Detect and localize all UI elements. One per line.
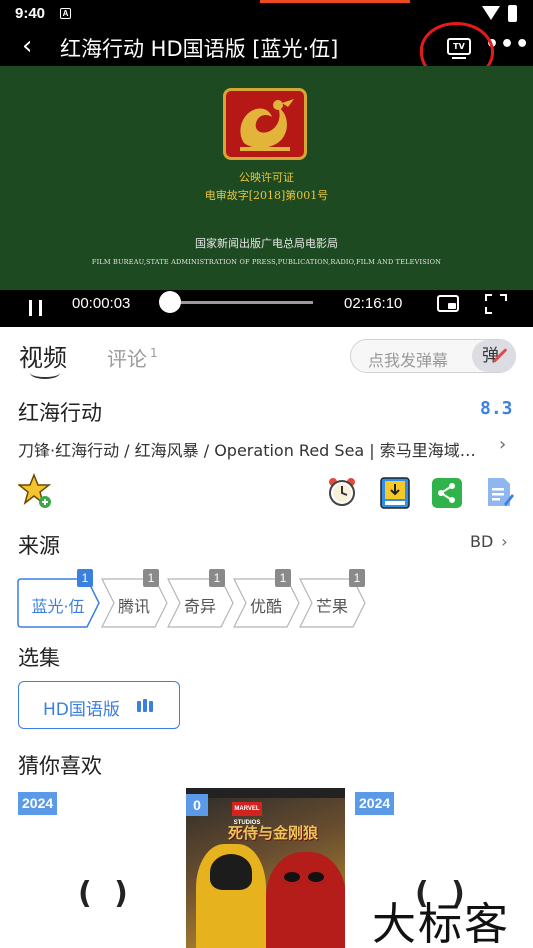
tab-comments-label: 评论 <box>107 347 147 371</box>
source-label: 腾讯 <box>117 597 150 616</box>
source-item[interactable]: 奇异 1 <box>167 569 234 628</box>
year-badge: 2024 <box>355 792 395 815</box>
app-screen: 9:40 A ‹ 红海行动 HD国语版 [蓝光·伍] TV ••• 公映许可证 … <box>0 0 533 948</box>
recommend-card[interactable]: 2024 ( ) <box>18 788 168 948</box>
battery-icon <box>508 5 517 22</box>
alarm-clock-icon[interactable] <box>326 476 358 508</box>
danmaku-placeholder: 点我发弹幕 <box>368 351 449 370</box>
video-player[interactable]: 公映许可证 电审故字[2018]第001号 国家新闻出版广电总局电影局 FILM… <box>0 66 533 290</box>
tab-comments[interactable]: 评论 1 <box>107 343 158 372</box>
picture-in-picture-icon[interactable] <box>437 295 459 312</box>
episode-item[interactable]: HD国语版 <box>18 681 180 729</box>
episode-label: HD国语版 <box>43 700 120 720</box>
license-title: 公映许可证 <box>239 171 294 184</box>
fullscreen-icon[interactable] <box>485 294 507 314</box>
source-label: 蓝光·伍 <box>31 597 85 616</box>
wifi-icon <box>482 6 500 20</box>
edit-note-icon[interactable] <box>486 476 514 508</box>
watermark-logo: 大标客 <box>372 899 510 948</box>
year-badge: 2024 <box>18 792 58 815</box>
poster-top-strip <box>186 788 345 798</box>
recommend-card[interactable]: MARVEL STUDIOS 死侍与金刚狼 0 <box>186 788 345 948</box>
source-count-badge: 1 <box>209 569 225 587</box>
recording-indicator <box>260 0 410 3</box>
seek-bar[interactable] <box>170 301 313 304</box>
recommend-section-title: 猜你喜欢 <box>18 754 102 778</box>
duration: 02:16:10 <box>344 295 403 312</box>
source-count-badge: 1 <box>77 569 93 587</box>
source-item[interactable]: 优酷 1 <box>233 569 300 628</box>
movie-title: 红海行动 <box>18 401 102 425</box>
source-section-title: 来源 <box>18 534 60 558</box>
source-item[interactable]: 蓝光·伍 1 <box>17 569 100 628</box>
poster-figure-wolverine <box>196 844 266 948</box>
source-list: 蓝光·伍 1 腾讯 1 奇异 1 优酷 1 芒果 1 <box>17 569 377 628</box>
source-label: 优酷 <box>249 597 282 616</box>
share-icon[interactable] <box>432 478 462 508</box>
source-selector[interactable]: BD › <box>470 532 508 551</box>
playing-bars-icon <box>137 699 157 712</box>
source-item[interactable]: 腾讯 1 <box>101 569 168 628</box>
notification-icon: A <box>60 8 71 19</box>
source-count-badge: 1 <box>275 569 291 587</box>
movie-aliases[interactable]: 刀锋·红海行动 / 红海风暴 / Operation Red Sea | 索马里… <box>18 437 493 461</box>
poster-title: 死侍与金刚狼 <box>228 824 319 842</box>
comments-count: 1 <box>150 346 158 360</box>
poster-figure-deadpool <box>266 852 345 948</box>
year-badge: 0 <box>186 794 208 816</box>
source-label: 芒果 <box>315 597 348 616</box>
source-count-badge: 1 <box>143 569 159 587</box>
source-current: BD <box>470 532 494 551</box>
add-favorite-icon[interactable] <box>18 473 52 509</box>
status-time: 9:40 <box>15 5 46 22</box>
bureau-name-en: FILM BUREAU,STATE ADMINISTRATION OF PRES… <box>91 258 442 266</box>
current-time: 00:00:03 <box>72 295 131 312</box>
loading-spinner-icon: ( ) <box>78 876 134 911</box>
page-title: 红海行动 HD国语版 [蓝光·伍] <box>60 37 339 61</box>
danmaku-input[interactable]: 点我发弹幕 弹 <box>350 339 516 373</box>
rating-score: 8.3 <box>480 398 513 419</box>
source-label: 奇异 <box>183 597 216 616</box>
chevron-right-icon: › <box>501 532 508 551</box>
marvel-studios-logo: MARVEL STUDIOS <box>232 802 262 826</box>
chevron-right-icon[interactable]: › <box>499 434 506 455</box>
source-item[interactable]: 芒果 1 <box>299 569 366 628</box>
pause-icon[interactable] <box>29 300 42 316</box>
episode-section-title: 选集 <box>18 646 60 670</box>
seek-handle[interactable] <box>159 291 181 313</box>
source-count-badge: 1 <box>349 569 365 587</box>
back-icon[interactable]: ‹ <box>22 32 32 60</box>
bureau-name-cn: 国家新闻出版广电总局电影局 <box>195 237 338 250</box>
dragon-emblem-logo <box>223 88 307 160</box>
tab-active-indicator <box>30 367 60 379</box>
license-number: 电审故字[2018]第001号 <box>204 189 329 202</box>
danmaku-toggle[interactable]: 弹 <box>472 340 516 372</box>
player-controls: 00:00:03 02:16:10 <box>0 290 533 327</box>
download-icon[interactable] <box>380 477 410 509</box>
